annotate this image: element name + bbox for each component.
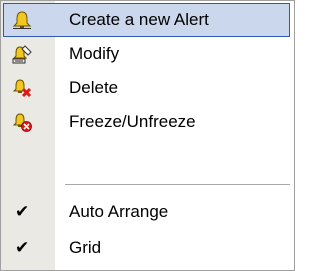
- menu-item-modify[interactable]: Modify: [3, 37, 290, 71]
- bell-freeze-icon: [11, 112, 33, 132]
- menu-item-auto-arrange[interactable]: ✔ Auto Arrange: [3, 195, 290, 229]
- menu-item-freeze-unfreeze[interactable]: Freeze/Unfreeze: [3, 105, 290, 139]
- menu-item-label: Delete: [69, 78, 119, 97]
- bell-delete-icon: [11, 78, 33, 98]
- menu-item-delete[interactable]: Delete: [3, 71, 290, 105]
- bell-edit-icon: [11, 44, 33, 64]
- menu-item-label: Auto Arrange: [69, 202, 169, 221]
- bell-icon: [11, 10, 33, 30]
- menu-separator: [65, 184, 290, 185]
- menu-item-label: Modify: [69, 44, 120, 63]
- context-menu: Create a new Alert Modify Delete Freeze/…: [0, 0, 295, 271]
- menu-item-label: Create a new Alert: [69, 10, 209, 29]
- checkmark-icon: ✔: [15, 238, 30, 258]
- menu-item-label: Grid: [69, 238, 102, 257]
- menu-item-label: Freeze/Unfreeze: [69, 112, 196, 131]
- menu-item-grid[interactable]: ✔ Grid: [3, 231, 290, 265]
- menu-item-create-alert[interactable]: Create a new Alert: [3, 3, 290, 37]
- checkmark-icon: ✔: [15, 202, 30, 222]
